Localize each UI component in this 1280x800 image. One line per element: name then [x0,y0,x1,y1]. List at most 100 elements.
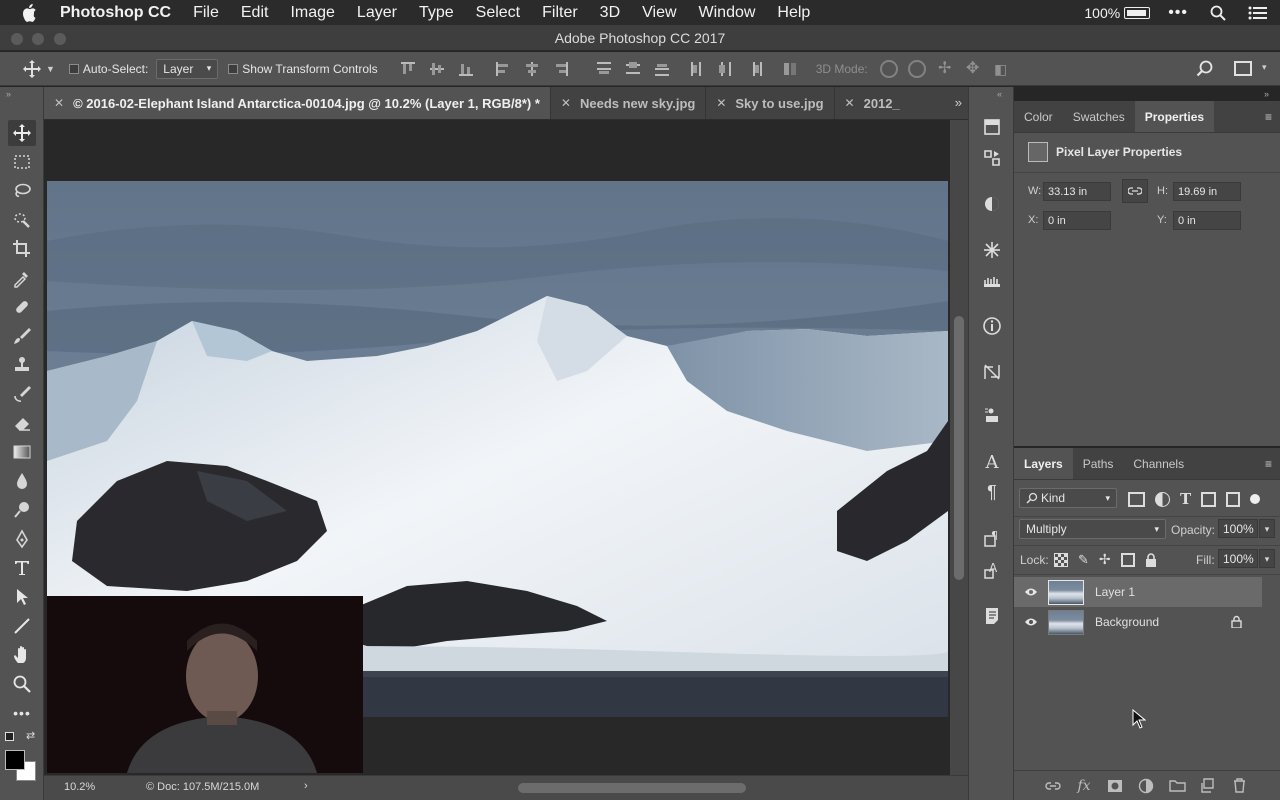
align-bottom-edges-icon[interactable] [456,60,476,78]
notification-center-icon[interactable] [1248,5,1268,21]
clone-source-panel-icon[interactable] [981,361,1003,383]
filter-smart-object-icon[interactable] [1226,491,1241,507]
filter-adjustment-icon[interactable] [1155,491,1170,507]
filter-type-icon[interactable]: T [1180,490,1191,508]
delete-layer-icon[interactable] [1228,775,1250,797]
layer-filter-dropdown[interactable]: Kind ▾ [1019,488,1117,508]
fill-dropdown-icon[interactable]: ▾ [1259,549,1275,568]
apple-icon[interactable] [21,0,43,25]
eyedropper-tool-icon[interactable] [8,265,36,291]
opacity-field[interactable]: 100% [1218,519,1258,538]
marquee-tool-icon[interactable] [8,149,36,175]
lock-transparent-pixels-icon[interactable] [1054,552,1068,567]
layer-name[interactable]: Background [1095,615,1159,629]
align-left-edges-icon[interactable] [493,60,513,78]
zoom-tool-icon[interactable] [8,671,36,697]
link-layers-icon[interactable] [1042,775,1064,797]
y-field[interactable]: 0 in [1173,211,1241,230]
layer-style-fx-icon[interactable]: fx [1073,775,1095,797]
adjustments-panel-icon[interactable] [981,193,1003,215]
align-top-edges-icon[interactable] [398,60,418,78]
layer-name[interactable]: Layer 1 [1095,585,1135,599]
zoom-level[interactable]: 10.2% [64,781,95,793]
menu-file[interactable]: File [193,4,219,22]
lock-artboard-icon[interactable] [1120,552,1135,567]
battery-icon[interactable] [1124,6,1151,19]
distribute-bottom-icon[interactable] [652,60,672,78]
quick-selection-tool-icon[interactable] [8,207,36,233]
move-tool-preset-icon[interactable] [22,59,42,79]
tool-presets-panel-icon[interactable] [981,405,1003,427]
menu-image[interactable]: Image [290,4,334,22]
info-panel-icon[interactable] [981,315,1003,337]
edit-toolbar-icon[interactable]: ••• [8,700,36,726]
eraser-tool-icon[interactable] [8,410,36,436]
distribute-right-icon[interactable] [745,60,765,78]
distribute-left-icon[interactable] [687,60,707,78]
workspace-chevron-icon[interactable]: ▾ [1262,62,1267,73]
tab-channels[interactable]: Channels [1123,448,1194,479]
clone-stamp-tool-icon[interactable] [8,352,36,378]
close-tab-icon[interactable]: ✕ [561,96,571,110]
tool-preset-chevron-icon[interactable]: ▼ [46,64,55,74]
height-field[interactable]: 19.69 in [1173,182,1241,201]
auto-align-layers-icon[interactable] [780,60,800,78]
align-right-edges-icon[interactable] [551,60,571,78]
layer-row[interactable]: Background [1014,607,1262,637]
healing-brush-tool-icon[interactable] [8,294,36,320]
move-tool-icon[interactable] [8,120,36,146]
history-panel-icon[interactable] [981,116,1003,138]
visibility-eye-icon[interactable] [1014,587,1048,597]
pen-tool-icon[interactable] [8,526,36,552]
brush-settings-panel-icon[interactable] [981,239,1003,261]
align-horizontal-centers-icon[interactable] [522,60,542,78]
lock-all-icon[interactable] [1145,552,1157,567]
scrollbar-thumb[interactable] [954,316,964,580]
scrollbar-thumb[interactable] [518,783,746,793]
more-tabs-icon[interactable]: » [955,95,962,110]
panel-collapse-icon[interactable]: » [1264,89,1269,99]
path-selection-tool-icon[interactable] [8,584,36,610]
app-menu[interactable]: Photoshop CC [60,4,171,22]
layer-row-selected[interactable]: Layer 1 [1014,577,1262,607]
filter-pixel-icon[interactable] [1128,491,1145,507]
lock-position-icon[interactable]: ✢ [1099,551,1111,568]
search-icon[interactable] [1196,60,1214,78]
character-panel-icon[interactable]: A [981,451,1003,473]
character-styles-panel-icon[interactable]: A [981,559,1003,581]
filter-toggle-icon[interactable] [1250,494,1261,504]
menu-filter[interactable]: Filter [542,4,578,22]
3d-orbit-icon[interactable] [879,59,898,78]
visibility-eye-icon[interactable] [1014,617,1048,627]
auto-select-dropdown[interactable]: Layer ▾ [156,58,219,79]
paragraph-panel-icon[interactable]: ¶ [981,481,1003,503]
panel-collapse-icon[interactable]: » [6,89,11,99]
gradient-tool-icon[interactable] [8,439,36,465]
menu-help[interactable]: Help [777,4,810,22]
history-brush-tool-icon[interactable] [8,381,36,407]
3d-roll-icon[interactable] [907,59,926,78]
filter-shape-icon[interactable] [1201,491,1217,507]
close-tab-icon[interactable]: ✕ [716,96,726,110]
doc-tab[interactable]: ✕ Needs new sky.jpg [551,87,707,119]
3d-pan-icon[interactable]: ✢ [936,60,954,78]
distribute-vertical-centers-icon[interactable] [623,60,643,78]
more-icon[interactable]: ••• [1168,4,1188,22]
tab-properties[interactable]: Properties [1134,101,1215,132]
horizontal-scrollbar[interactable] [334,776,950,800]
doc-tab-active[interactable]: ✕ © 2016-02-Elephant Island Antarctica-00… [44,87,551,119]
opacity-dropdown-icon[interactable]: ▾ [1259,519,1275,538]
tab-layers[interactable]: Layers [1014,448,1073,479]
panel-menu-icon[interactable]: ≡ [1265,110,1272,124]
distribute-horizontal-centers-icon[interactable] [716,60,736,78]
distribute-top-icon[interactable] [594,60,614,78]
menu-layer[interactable]: Layer [357,4,397,22]
vertical-scrollbar[interactable] [950,120,968,775]
new-layer-icon[interactable] [1197,775,1219,797]
lock-image-pixels-icon[interactable]: ✎ [1078,552,1089,568]
foreground-color-swatch[interactable] [5,750,25,770]
crop-tool-icon[interactable] [8,236,36,262]
tab-paths[interactable]: Paths [1073,448,1124,479]
add-mask-icon[interactable] [1104,775,1126,797]
paragraph-styles-panel-icon[interactable]: ¶ [981,527,1003,549]
